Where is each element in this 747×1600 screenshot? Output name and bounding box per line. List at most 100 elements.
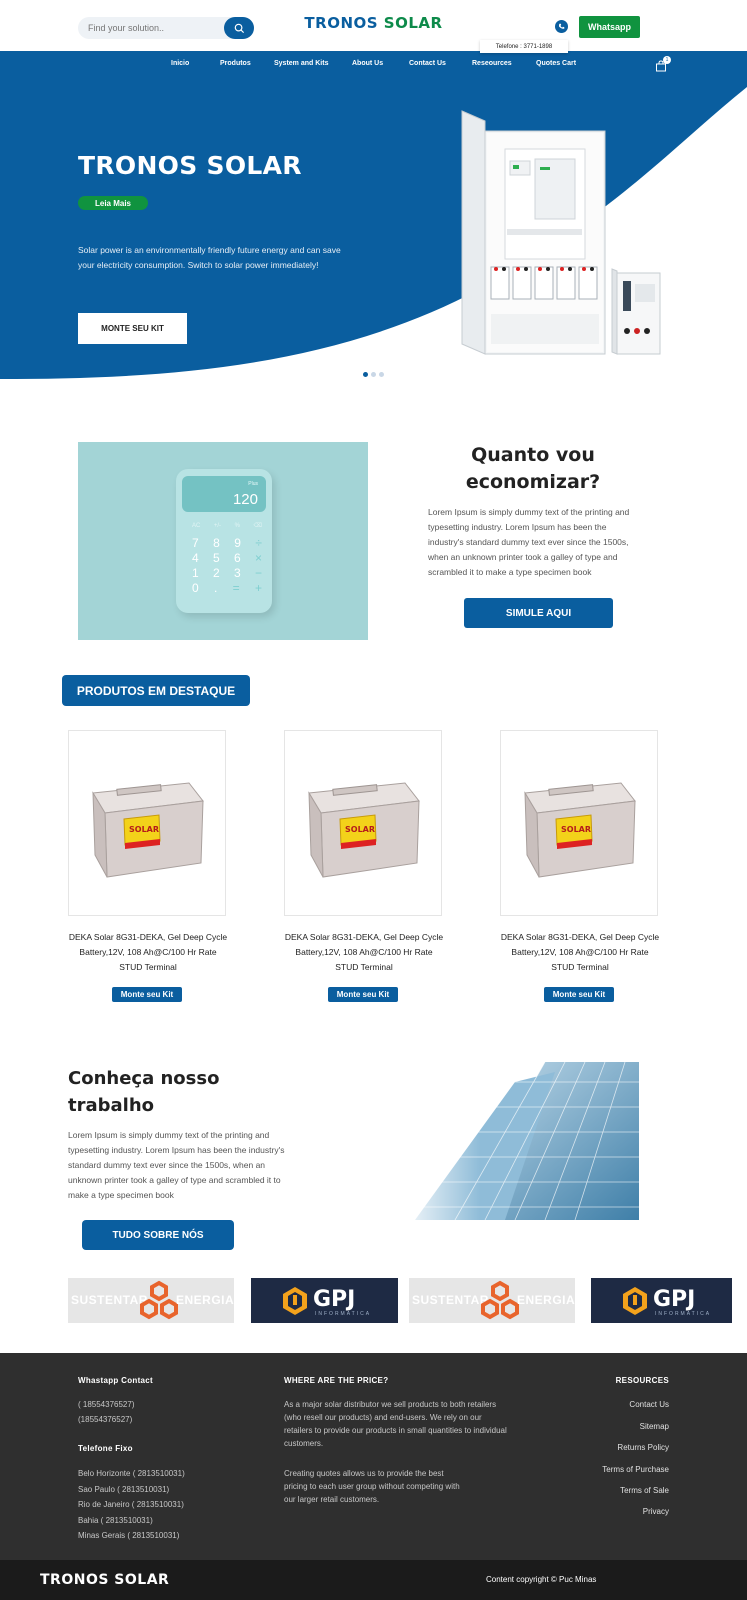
partner-text: SUSTENTAR — [71, 1293, 148, 1307]
battery-image: SOLAR — [92, 782, 204, 878]
nav-item-contact[interactable]: Contact Us — [409, 60, 446, 67]
gpj-shield-icon — [623, 1287, 647, 1315]
footer-resources-heading: RESOURCES — [615, 1376, 669, 1385]
brand-part1: TRONOS — [304, 14, 379, 32]
footer-link-contact[interactable]: Contact Us — [629, 1400, 669, 1409]
bottom-bar: TRONOS SOLAR Content copyright © Puc Min… — [0, 1560, 747, 1600]
calculator-screen-label: Plus — [248, 481, 258, 487]
product-name[interactable]: DEKA Solar 8G31-DEKA, Gel Deep Cycle Bat… — [68, 930, 228, 975]
nav-item-quotes-cart[interactable]: Quotes Cart — [536, 60, 576, 67]
leia-mais-badge[interactable]: Leia Mais — [78, 196, 148, 210]
hexagon-logo-icon — [140, 1280, 178, 1320]
footer: Whastapp Contact ( 18554376527) (1855437… — [0, 1353, 747, 1560]
calc-key: 5 — [212, 551, 220, 565]
phone-icon[interactable] — [555, 20, 568, 33]
monte-seu-kit-button[interactable]: Monte seu Kit — [544, 987, 614, 1002]
calc-key: ÷ — [255, 536, 262, 550]
footer-whatsapp-number[interactable]: (18554376527) — [78, 1415, 132, 1424]
footer-whatsapp-number[interactable]: ( 18554376527) — [78, 1400, 135, 1409]
footer-price-paragraph: As a major solar distributor we sell pro… — [284, 1400, 507, 1448]
product-name[interactable]: DEKA Solar 8G31-DEKA, Gel Deep Cycle Bat… — [284, 930, 444, 975]
calc-key: 4 — [192, 551, 199, 565]
partner-text: GPJ — [653, 1287, 696, 1312]
calc-key: 7 — [192, 536, 199, 550]
product-name[interactable]: DEKA Solar 8G31-DEKA, Gel Deep Cycle Bat… — [500, 930, 660, 975]
calc-key: AC — [192, 523, 201, 529]
footer-phone-line[interactable]: Minas Gerais ( 2813510031) — [78, 1531, 179, 1540]
calc-key: 6 — [233, 551, 241, 565]
partner-logo-sustentar[interactable]: SUSTENTAR ENERGIA — [409, 1278, 575, 1323]
cart-button[interactable]: 1 — [655, 56, 671, 72]
footer-price-paragraph: Creating quotes allows us to provide the… — [284, 1469, 460, 1504]
product-image-frame[interactable]: SOLAR — [284, 730, 442, 916]
footer-price-heading: WHERE ARE THE PRICE? — [284, 1376, 389, 1385]
slider-dot[interactable] — [379, 372, 384, 377]
footer-fixo-heading: Telefone Fixo — [78, 1444, 133, 1453]
partner-logo-sustentar[interactable]: SUSTENTAR ENERGIA — [68, 1278, 234, 1323]
partner-subtext: INFORMATICA — [655, 1311, 712, 1317]
monte-seu-kit-button[interactable]: Monte seu Kit — [328, 987, 398, 1002]
footer-phone-line[interactable]: Sao Paulo ( 2813510031) — [78, 1485, 169, 1494]
footer-phone-line[interactable]: Belo Horizonte ( 2813510031) — [78, 1469, 185, 1478]
calc-key: 0 — [192, 581, 199, 595]
calc-key: − — [254, 566, 262, 580]
calc-key: ⌫ — [253, 523, 262, 529]
footer-link-terms-sale[interactable]: Terms of Sale — [620, 1486, 669, 1495]
tudo-sobre-nos-button[interactable]: TUDO SOBRE NÓS — [82, 1220, 234, 1250]
calc-key: 2 — [212, 566, 220, 580]
calc-key: 9 — [234, 536, 241, 550]
footer-link-sitemap[interactable]: Sitemap — [640, 1422, 669, 1431]
partner-logo-gpj[interactable]: GPJ INFORMATICA — [251, 1278, 398, 1323]
hero-description: Solar power is an environmentally friend… — [78, 245, 341, 270]
slider-dot[interactable] — [363, 372, 368, 377]
calc-key: . — [214, 581, 218, 595]
gpj-shield-icon — [283, 1287, 307, 1315]
hero-slider: TRONOS SOLAR Leia Mais Solar power is an… — [0, 79, 747, 389]
partner-subtext: INFORMATICA — [315, 1311, 372, 1317]
product-image-frame[interactable]: SOLAR — [68, 730, 226, 916]
calc-key: % — [234, 523, 240, 529]
calc-key: × — [254, 551, 262, 565]
calc-key: +/- — [213, 523, 222, 529]
calculator-screen-value: 120 — [232, 491, 258, 508]
nav-item-inicio[interactable]: Inicio — [171, 60, 189, 67]
monte-seu-kit-button[interactable]: MONTE SEU KIT — [78, 313, 187, 344]
building-image — [395, 1062, 639, 1220]
battery-label-text: SOLAR — [129, 825, 159, 834]
footer-phone-line[interactable]: Bahia ( 2813510031) — [78, 1516, 153, 1525]
footer-phone-line[interactable]: Rio de Janeiro ( 2813510031) — [78, 1500, 184, 1509]
about-text: Lorem Ipsum is simply dummy text of the … — [68, 1130, 285, 1200]
nav-item-produtos[interactable]: Produtos — [220, 60, 251, 67]
savings-text: Lorem Ipsum is simply dummy text of the … — [428, 507, 630, 577]
slider-dot[interactable] — [371, 372, 376, 377]
solar-cabinet-image — [461, 110, 661, 355]
product-image-frame[interactable]: SOLAR — [500, 730, 658, 916]
cart-count-badge: 1 — [663, 56, 671, 64]
monte-seu-kit-button[interactable]: Monte seu Kit — [112, 987, 182, 1002]
nav-item-system-kits[interactable]: System and Kits — [274, 60, 328, 67]
calc-key: 3 — [233, 566, 241, 580]
footer-link-returns[interactable]: Returns Policy — [617, 1443, 669, 1452]
slider-dots — [363, 372, 384, 377]
calculator-keypad: AC +/- % ⌫ 7 8 9 ÷ 4 5 6 × 1 2 3 − 0 . =… — [192, 519, 262, 596]
calculator-image: Plus 120 AC +/- % ⌫ 7 8 9 ÷ 4 5 6 × 1 2 … — [78, 442, 368, 640]
hexagon-logo-icon — [481, 1280, 519, 1320]
partner-text: GPJ — [313, 1287, 356, 1312]
battery-label-text: SOLAR — [345, 825, 375, 834]
brand-part2: SOLAR — [383, 14, 443, 32]
nav-item-about[interactable]: About Us — [352, 60, 383, 67]
main-nav: Inicio Produtos System and Kits About Us… — [0, 51, 747, 79]
simule-aqui-button[interactable]: SIMULE AQUI — [464, 598, 613, 628]
copyright-text: Content copyright © Puc Minas — [486, 1575, 597, 1584]
footer-link-privacy[interactable]: Privacy — [643, 1507, 669, 1516]
featured-products-title: PRODUTOS EM DESTAQUE — [62, 675, 250, 706]
partner-logo-gpj[interactable]: GPJ INFORMATICA — [591, 1278, 732, 1323]
savings-title: Quanto vou economizar? — [465, 444, 601, 493]
calc-key: 1 — [192, 566, 199, 580]
footer-link-terms-purchase[interactable]: Terms of Purchase — [602, 1465, 669, 1474]
whatsapp-button[interactable]: Whatsapp — [579, 16, 640, 38]
bottom-brand[interactable]: TRONOS SOLAR — [40, 1572, 169, 1588]
battery-image: SOLAR — [308, 782, 420, 878]
battery-label-text: SOLAR — [561, 825, 591, 834]
nav-item-resources[interactable]: Reseources — [472, 60, 512, 67]
